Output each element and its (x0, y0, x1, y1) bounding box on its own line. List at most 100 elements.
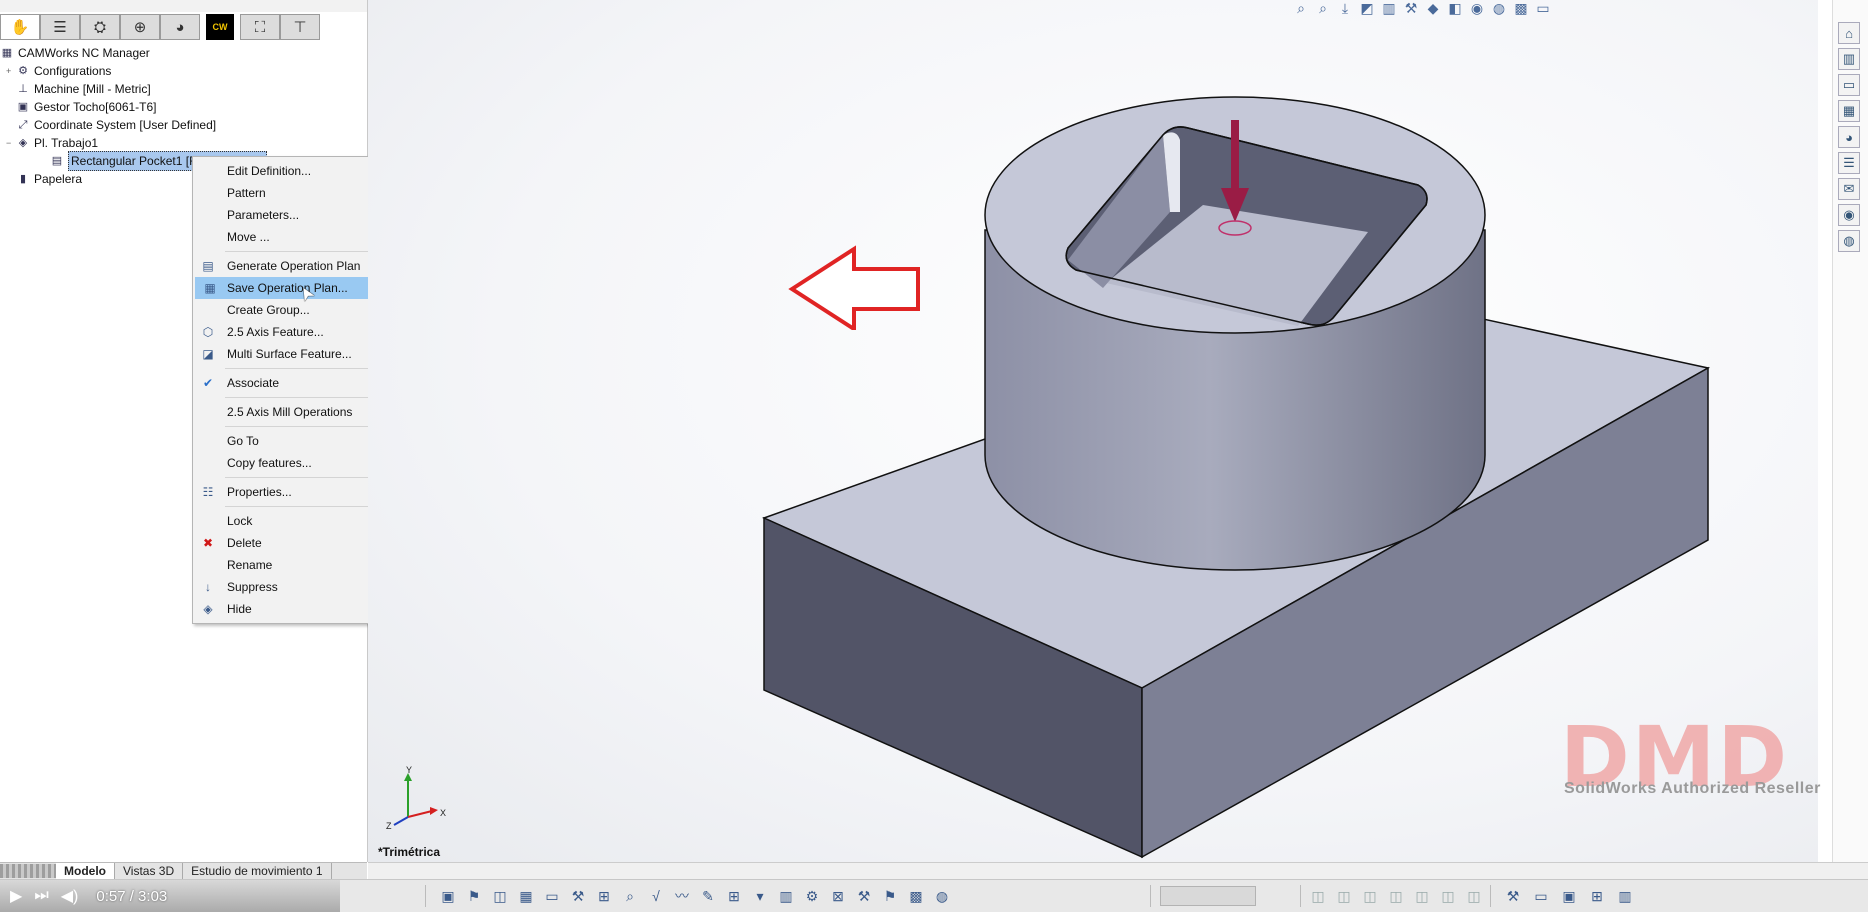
extract-features-icon[interactable]: ▦ (518, 888, 534, 904)
view-tool-icon[interactable]: ▥ (1617, 888, 1633, 904)
menu-item-label: Multi Surface Feature... (227, 347, 352, 361)
appearances-icon[interactable]: ◕ (1838, 126, 1860, 148)
layout-icon[interactable]: ◫ (1466, 888, 1482, 904)
tree-item-label: Coordinate System [User Defined] (34, 118, 217, 132)
menu-item-label: Move ... (227, 230, 270, 244)
menu-item-label: Generate Operation Plan (227, 259, 361, 273)
resources-icon[interactable]: ▥ (1838, 48, 1860, 70)
layout-icon[interactable]: ◫ (1310, 888, 1326, 904)
menu-item-label: Delete (227, 536, 262, 550)
zoom-area-icon[interactable]: ⌕ (1315, 0, 1331, 16)
layout-icon[interactable]: ◫ (1440, 888, 1456, 904)
post-process-icon[interactable]: ⊠ (830, 888, 846, 904)
camworks-ops-tab[interactable]: ⛶ (240, 14, 280, 40)
setup-icon[interactable]: ◫ (492, 888, 508, 904)
design-library-icon[interactable]: ▦ (1838, 100, 1860, 122)
display-style-icon[interactable]: ◧ (1447, 0, 1463, 16)
settings-icon[interactable]: ⚙ (804, 888, 820, 904)
task-pane-tabs: ⌂ ▥ ▭ ▦ ◕ ☰ ✉ ◉ ◍ (1838, 22, 1862, 252)
menu-item-label: Rename (227, 558, 273, 572)
toolpath-icon[interactable]: 〰 (674, 888, 690, 904)
tree-item[interactable]: ⤢ Coordinate System [User Defined] (0, 116, 367, 134)
simulate-icon[interactable]: ⌕ (622, 888, 638, 904)
feature-manager-tab[interactable]: ✋ (0, 14, 40, 40)
horizontal-scrollbar[interactable] (368, 862, 1868, 879)
edit-icon[interactable]: ✎ (700, 888, 716, 904)
tab-3d-views[interactable]: Vistas 3D (115, 863, 184, 879)
view-tool-icon[interactable]: ⊞ (1589, 888, 1605, 904)
library-icon[interactable]: ▥ (778, 888, 794, 904)
flag-icon[interactable]: ⚑ (882, 888, 898, 904)
video-player-controls: ▶ ⏭ ◀) 0:57 / 3:03 (0, 880, 340, 912)
display-manager-tab[interactable]: ◕ (160, 14, 200, 40)
view-tool-icon[interactable]: ⚒ (1505, 888, 1521, 904)
tab-scroll-arrows[interactable] (0, 864, 56, 878)
layout-icon[interactable]: ◫ (1362, 888, 1378, 904)
expand-toggle[interactable]: + (6, 62, 14, 80)
tab-motion-study[interactable]: Estudio de movimiento 1 (183, 863, 332, 879)
previous-view-icon[interactable]: ⤓ (1337, 0, 1353, 16)
expand-toggle[interactable]: − (6, 134, 14, 152)
section-view-icon[interactable]: ◩ (1359, 0, 1375, 16)
machine-icon: ⊥ (18, 83, 28, 95)
panel-tab-bar: ✋ ☰ ⛭ ⊕ ◕ CW ⛶ ⊤ (0, 14, 320, 40)
generate-plan-icon[interactable]: ⊞ (596, 888, 612, 904)
menu-item-label: Go To (227, 434, 259, 448)
globe-icon[interactable]: ◍ (1838, 230, 1860, 252)
config-dropdown[interactable] (1160, 886, 1256, 906)
view-tool-icon[interactable]: ▣ (1561, 888, 1577, 904)
custom-properties-icon[interactable]: ☰ (1838, 152, 1860, 174)
edit-appearance-icon[interactable]: ◍ (1491, 0, 1507, 16)
web-icon[interactable]: ◉ (1838, 204, 1860, 226)
tool-icon[interactable]: ⚒ (570, 888, 586, 904)
hide-show-icon[interactable]: ◉ (1469, 0, 1485, 16)
camworks-command-toolbar: ▶ ⏭ ◀) 0:57 / 3:03 ▣ ⚑ ◫ ▦ ▭ ⚒ ⊞ ⌕ √ 〰 ✎ ⊞ ▾ ▥ ⚙ ⊠ ⚒ ⚑ ▩ ◍ ◫… (0, 879, 1868, 912)
stock-icon: ▣ (17, 101, 29, 113)
sphere-icon[interactable]: ◍ (934, 888, 950, 904)
tab-model[interactable]: Modelo (56, 863, 115, 879)
tree-item[interactable]: − ◈ Pl. Trabajo1 (0, 134, 367, 152)
play-icon[interactable]: ▶ (10, 886, 22, 906)
folder-icon[interactable]: ▭ (1838, 74, 1860, 96)
menu-item-label: Create Group... (227, 303, 310, 317)
dropdown-icon[interactable]: ▾ (752, 888, 768, 904)
tree-item[interactable]: + ⚙ Configurations (0, 62, 367, 80)
dimxpert-tab[interactable]: ⊕ (120, 14, 160, 40)
check-icon[interactable]: √ (648, 888, 664, 904)
tree-item[interactable]: ▣ Gestor Tocho[6061-T6] (0, 98, 367, 116)
camworks-tools-tab[interactable]: ⊤ (280, 14, 320, 40)
feature-list-icon[interactable]: ▭ (544, 888, 560, 904)
property-manager-tab[interactable]: ☰ (40, 14, 80, 40)
layout-icon[interactable]: ◫ (1336, 888, 1352, 904)
next-icon[interactable]: ⏭ (34, 887, 48, 905)
camera-icon[interactable]: ▣ (440, 888, 456, 904)
define-stock-icon[interactable]: ⚑ (466, 888, 482, 904)
table-icon[interactable]: ⊞ (726, 888, 742, 904)
volume-icon[interactable]: ◀) (61, 886, 79, 906)
tree-root[interactable]: ▦ CAMWorks NC Manager (0, 44, 367, 62)
hide-icon: ◈ (203, 602, 213, 616)
zoom-to-fit-icon[interactable]: ⌕ (1293, 0, 1309, 16)
save-plan-icon: ▦ (204, 281, 216, 295)
apply-scene-icon[interactable]: ▩ (1513, 0, 1529, 16)
forum-icon[interactable]: ✉ (1838, 178, 1860, 200)
menu-item-label: 2.5 Axis Mill Operations (227, 405, 353, 419)
check-icon: ✔ (202, 376, 214, 390)
view-orientation-icon[interactable]: ◆ (1425, 0, 1441, 16)
layout-icon[interactable]: ◫ (1414, 888, 1430, 904)
camworks-tab[interactable]: CW (206, 14, 234, 40)
multi-surface-icon: ◪ (202, 347, 214, 361)
layout-icon[interactable]: ◫ (1388, 888, 1404, 904)
home-icon[interactable]: ⌂ (1838, 22, 1860, 44)
feature-view-icon[interactable]: ⚒ (1403, 0, 1419, 16)
tool-db-icon[interactable]: ⚒ (856, 888, 872, 904)
grid-icon[interactable]: ▩ (908, 888, 924, 904)
tree-item[interactable]: ⊥ Machine [Mill - Metric] (0, 80, 367, 98)
menu-item-label: Save Operation Plan... (227, 281, 348, 295)
configuration-manager-tab[interactable]: ⛭ (80, 14, 120, 40)
tree-item-label: Gestor Tocho[6061-T6] (34, 100, 157, 114)
suppress-icon: ↓ (205, 580, 211, 594)
view-tool-icon[interactable]: ▭ (1533, 888, 1549, 904)
dynamic-annotation-icon[interactable]: ▥ (1381, 0, 1397, 16)
view-settings-icon[interactable]: ▭ (1535, 0, 1551, 16)
